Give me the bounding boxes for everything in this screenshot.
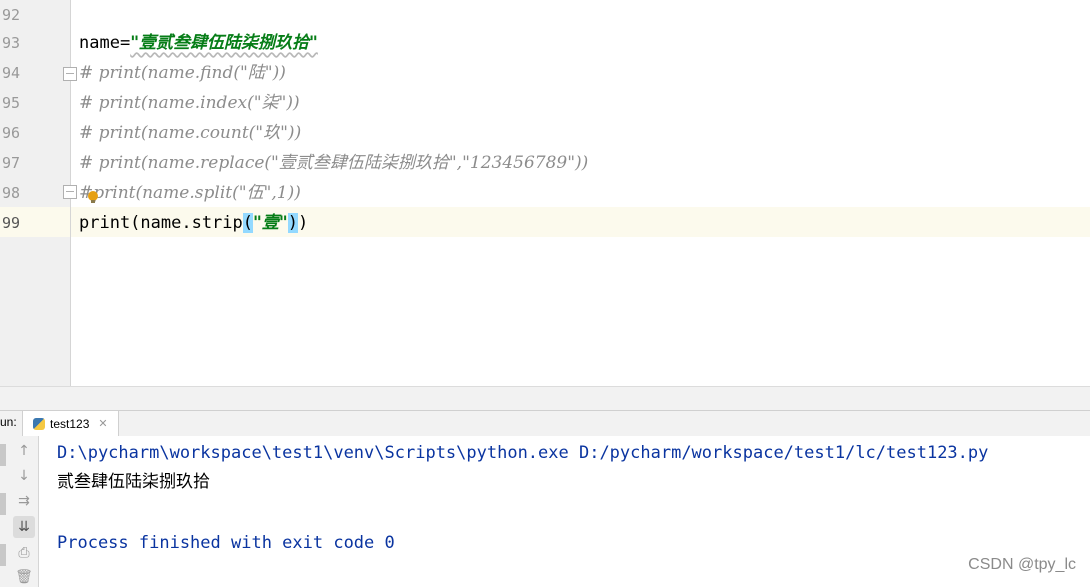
code-token-string: "壹贰叁肆伍陆柒捌玖拾" xyxy=(130,33,318,53)
code-token-paren-close: ) xyxy=(287,213,298,233)
console-result-line: 贰叁肆伍陆柒捌玖拾 xyxy=(57,472,210,492)
code-token-string: "壹" xyxy=(253,213,288,233)
code-line-95[interactable]: # print(name.index("柒")) xyxy=(79,88,300,118)
watermark: CSDN @tpy_lc xyxy=(968,556,1076,573)
print-icon[interactable]: ⎙ xyxy=(13,542,35,564)
code-line-94[interactable]: # print(name.find("陆")) xyxy=(79,58,286,88)
code-line-98[interactable]: #print(name.split("伍",1)) xyxy=(79,178,301,208)
code-token-paren-open: ( xyxy=(242,213,254,233)
line-number: 96 xyxy=(1,124,20,142)
run-console-output[interactable]: D:\pycharm\workspace\test1\venv\Scripts\… xyxy=(39,436,1090,587)
run-tab-test123[interactable]: test123 ✕ xyxy=(22,411,119,436)
line-number: 97 xyxy=(1,154,20,172)
console-command-line: D:\pycharm\workspace\test1\venv\Scripts\… xyxy=(57,443,989,463)
run-tab-label: test123 xyxy=(50,416,90,431)
close-icon[interactable]: ✕ xyxy=(98,417,107,430)
lightbulb-icon[interactable] xyxy=(88,191,98,203)
code-token-paren-end: ) xyxy=(297,213,309,233)
run-toolbar: ↑ ↓ ⇉ ⇊ ⎙ 🗑 xyxy=(0,436,39,587)
code-line-97[interactable]: # print(name.replace("壹贰叁肆伍陆柒捌玖拾","12345… xyxy=(79,148,588,178)
line-number: 93 xyxy=(1,34,20,52)
line-number: 94 xyxy=(1,64,20,82)
line-number: 92 xyxy=(1,6,20,24)
scroll-to-end-icon[interactable]: ⇊ xyxy=(13,516,35,538)
fold-marker-icon[interactable] xyxy=(63,67,77,81)
editor-horizontal-scrollbar[interactable] xyxy=(0,386,1090,411)
run-label: un: xyxy=(0,415,17,429)
line-number: 95 xyxy=(1,94,20,112)
code-line-99[interactable]: print(name.strip("壹")) xyxy=(79,208,308,238)
code-line-93[interactable]: name="壹贰叁肆伍陆柒捌玖拾" xyxy=(79,28,318,58)
soft-wrap-icon[interactable]: ⇉ xyxy=(13,490,35,512)
code-line-96[interactable]: # print(name.count("玖")) xyxy=(79,118,301,148)
arrow-up-icon[interactable]: ↑ xyxy=(13,440,35,462)
code-token-call: print(name.strip xyxy=(79,213,243,233)
code-token-assignment: name= xyxy=(79,33,131,53)
fold-marker-icon[interactable] xyxy=(63,185,77,199)
run-tool-window-header: un: test123 ✕ xyxy=(0,410,1090,437)
python-icon xyxy=(33,417,45,430)
toolbar-strip xyxy=(0,444,6,466)
line-number-current: 99 xyxy=(1,214,20,232)
line-number: 98 xyxy=(1,184,20,202)
toolbar-strip xyxy=(0,493,6,515)
code-editor[interactable]: 92 93 94 95 96 97 98 99 name="壹贰叁肆伍陆柒捌玖拾… xyxy=(0,0,1090,386)
console-exit-line: Process finished with exit code 0 xyxy=(57,533,395,553)
trash-icon[interactable]: 🗑 xyxy=(13,566,35,588)
arrow-down-icon[interactable]: ↓ xyxy=(13,465,35,487)
toolbar-strip xyxy=(0,544,6,566)
